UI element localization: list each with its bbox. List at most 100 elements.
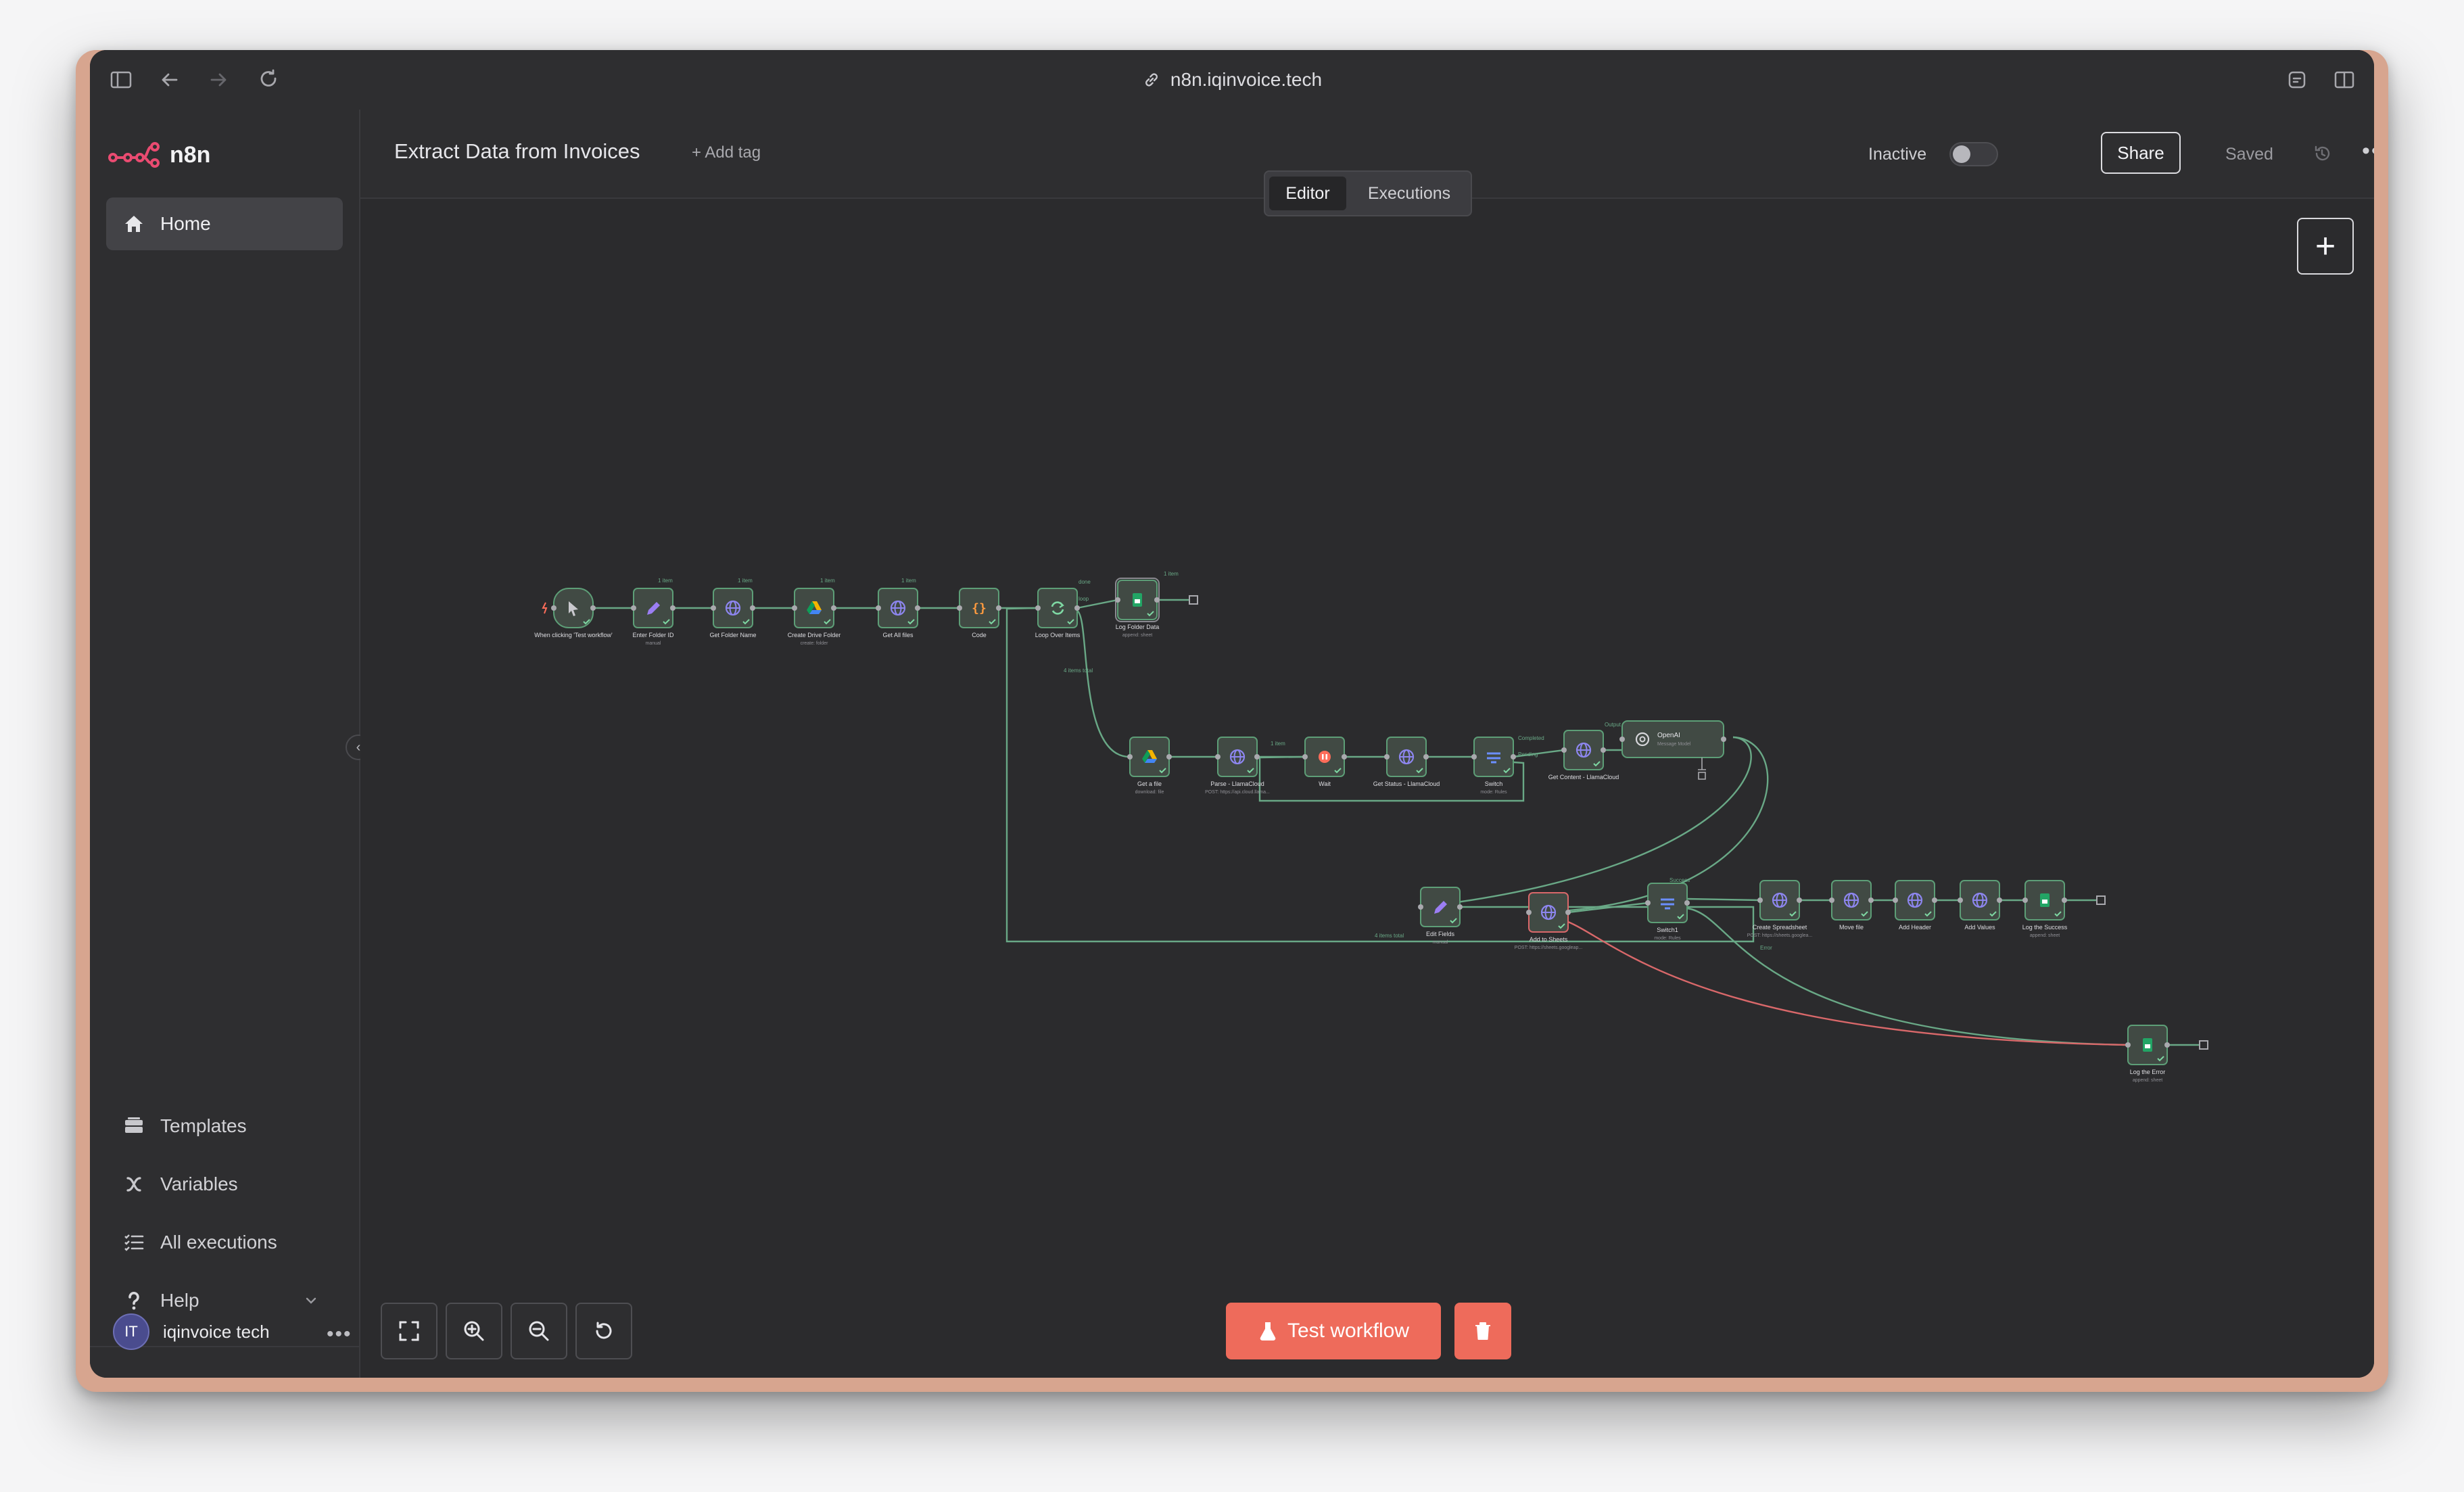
test-workflow-button[interactable]: Test workflow [1226,1303,1441,1359]
input-handle[interactable] [1526,910,1532,915]
workflow-node-trigger[interactable]: When clicking 'Test workflow' [534,588,613,638]
input-handle[interactable] [631,605,636,611]
workflow-node-add-values[interactable]: Add Values [1958,880,2002,931]
output-handle[interactable] [1166,754,1172,760]
output-handle[interactable] [996,605,1001,611]
input-handle[interactable] [2022,897,2028,903]
workflow-node-status[interactable]: Get Status - LlamaCloud [1373,737,1440,787]
input-handle[interactable] [711,605,716,611]
input-handle[interactable] [1958,897,1963,903]
workflow-node-move-file[interactable]: Move file [1829,880,1874,931]
active-toggle[interactable] [1949,142,1998,166]
workflow-node-edit-fields[interactable]: Edit Fields manual [1418,887,1463,945]
workflow-node-log-folder[interactable]: Log Folder Data append: sheet [1115,578,1160,638]
extensions-icon[interactable] [2281,64,2313,96]
workflow-title[interactable]: Extract Data from Invoices [394,139,640,164]
output-handle[interactable] [915,605,920,611]
output-handle[interactable] [1932,897,1937,903]
add-node-button[interactable]: + [2297,218,2354,275]
output-handle[interactable] [1565,910,1571,915]
workflow-node-folder-id[interactable]: Enter Folder ID manual [631,588,676,646]
workflow-node-code[interactable]: {} Code [957,588,1001,638]
output-handle[interactable] [1997,897,2002,903]
workflow-canvas[interactable]: 1 item 1 item 1 item 1 item done loop 1 item 4 … [360,199,2374,1378]
input-handle[interactable] [1302,754,1308,760]
tab-editor[interactable]: Editor [1269,177,1346,210]
workflow-node-wait[interactable]: Wait [1302,737,1347,787]
address-bar[interactable]: n8n.iqinvoice.tech [90,69,2374,91]
tab-executions[interactable]: Executions [1352,177,1467,210]
output-handle[interactable] [1254,754,1260,760]
n8n-logo[interactable]: n8n [108,138,210,172]
output-handle[interactable] [1721,737,1726,742]
zoom-in-button[interactable] [446,1303,502,1359]
input-handle[interactable] [1418,904,1423,910]
output-handle[interactable] [1868,897,1874,903]
output-handle[interactable] [670,605,676,611]
workflow-node-folder-name[interactable]: Get Folder Name [709,588,757,638]
add-sub-node-handle[interactable] [1698,772,1706,780]
sidebar-item-templates[interactable]: Templates [106,1102,343,1150]
workflow-node-content[interactable]: Get Content - LlamaCloud [1548,730,1619,780]
workflow-node-all-files[interactable]: Get All files [876,588,920,638]
output-handle[interactable] [1457,904,1463,910]
workflow-node-add-header[interactable]: Add Header [1893,880,1937,931]
user-menu-more-icon[interactable]: ••• [327,1323,352,1346]
input-handle[interactable] [1127,754,1133,760]
workflow-node-loop[interactable]: Loop Over Items [1035,588,1081,638]
input-handle[interactable] [1561,747,1567,753]
workflow-node-log-error[interactable]: Log the Error append: sheet [2125,1025,2170,1083]
output-handle[interactable] [1511,754,1516,760]
workflow-node-create-sheet[interactable]: Create Spreadsheet POST: https://sheets.g… [1747,880,1813,938]
input-handle[interactable] [792,605,797,611]
clear-execution-button[interactable] [1454,1303,1511,1359]
output-handle[interactable] [590,605,596,611]
output-handle[interactable] [1154,597,1160,603]
sub-connection-handle[interactable] [1698,757,1706,770]
zoom-to-fit-button[interactable] [381,1303,437,1359]
input-handle[interactable] [2125,1042,2131,1048]
workflow-node-log-success[interactable]: Log the Success append: sheet [2022,880,2068,938]
node-box[interactable] [1621,720,1724,758]
output-handle[interactable] [2062,897,2067,903]
sidebar-item-executions[interactable]: All executions [106,1219,343,1266]
input-handle[interactable] [1384,754,1390,760]
add-connection-handle[interactable] [1189,595,1198,605]
output-handle[interactable] [1074,605,1080,611]
output-handle[interactable] [1684,900,1690,906]
input-handle[interactable] [1035,605,1041,611]
input-handle[interactable] [1829,897,1834,903]
zoom-out-button[interactable] [511,1303,567,1359]
input-handle[interactable] [1757,897,1763,903]
workflow-node-get-file[interactable]: Get a file download: file [1127,737,1172,795]
more-options-icon[interactable]: ••• [2362,138,2374,164]
workflow-node-switch[interactable]: Switch mode: Rules [1471,737,1516,795]
workflow-node-openai[interactable]: OpenAI Message Model [1619,720,1726,780]
output-handle[interactable] [1601,747,1606,753]
output-handle[interactable] [750,605,755,611]
output-handle[interactable] [1423,754,1429,760]
output-handle[interactable] [831,605,836,611]
output-handle[interactable] [1342,754,1347,760]
sidebar-item-variables[interactable]: Variables [106,1161,343,1208]
input-handle[interactable] [1115,597,1120,603]
add-connection-handle[interactable] [2096,895,2106,905]
input-handle[interactable] [1893,897,1898,903]
input-handle[interactable] [551,605,556,611]
add-connection-handle[interactable] [2199,1040,2208,1050]
input-handle[interactable] [1645,900,1651,906]
input-handle[interactable] [1619,737,1625,742]
input-handle[interactable] [957,605,962,611]
workflow-node-switch1[interactable]: Switch1 mode: Rules [1645,883,1690,941]
split-view-icon[interactable] [2328,64,2361,96]
history-icon[interactable] [2311,142,2333,165]
output-handle[interactable] [1797,897,1802,903]
input-handle[interactable] [1471,754,1477,760]
input-handle[interactable] [1215,754,1221,760]
output-handle[interactable] [2164,1042,2170,1048]
share-button[interactable]: Share [2101,132,2181,174]
reset-zoom-button[interactable] [575,1303,632,1359]
sidebar-item-home[interactable]: Home [106,197,343,250]
workflow-node-create-drive[interactable]: Create Drive Folder create: folder [788,588,841,646]
add-tag-button[interactable]: + Add tag [692,143,761,162]
